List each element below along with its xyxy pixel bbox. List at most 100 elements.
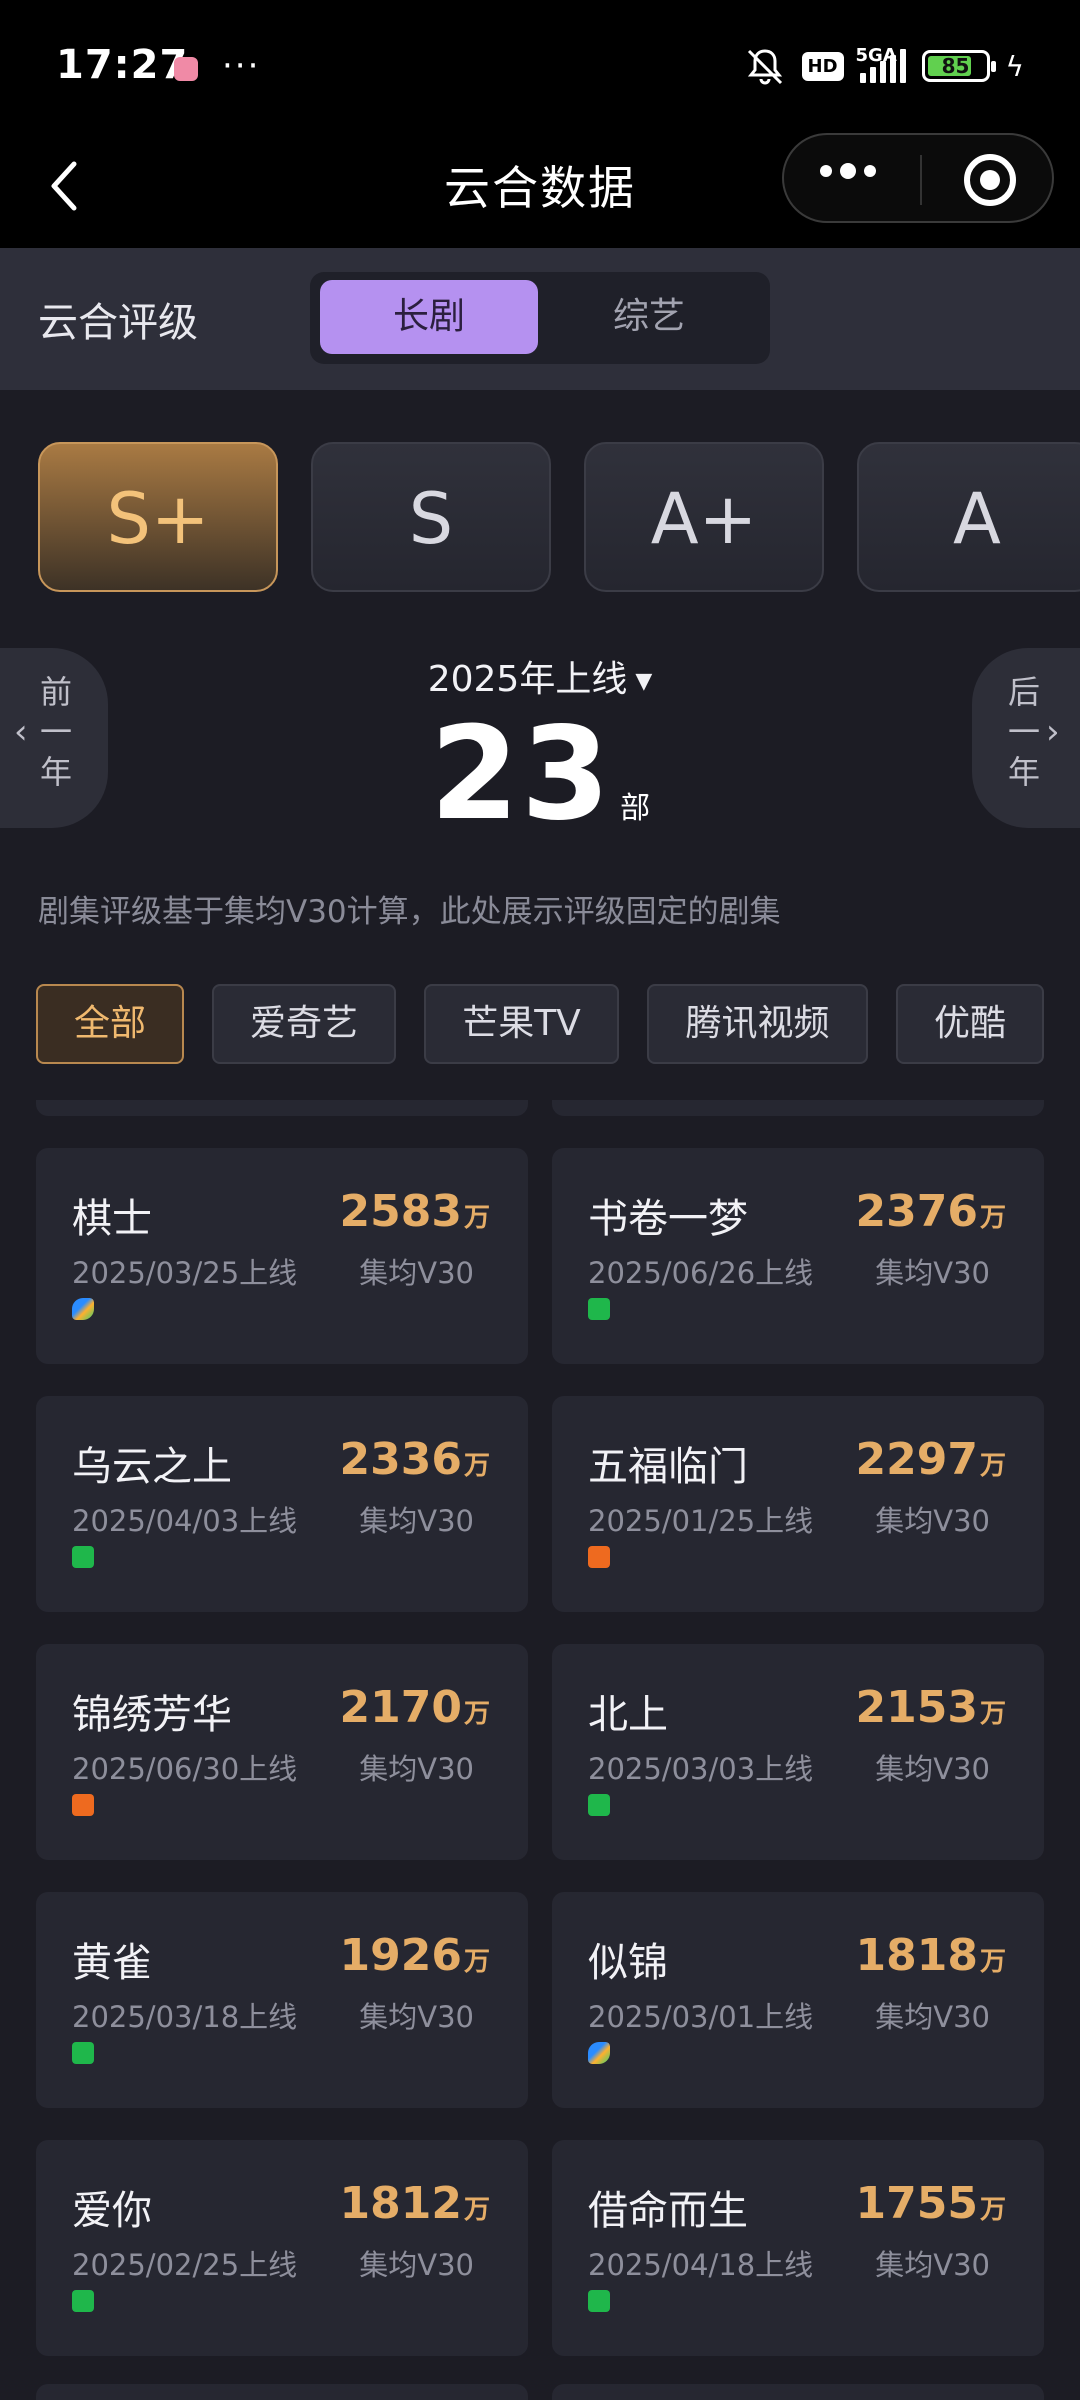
drama-title: 锦绣芳华 — [72, 1692, 232, 1738]
more-icon[interactable] — [820, 163, 876, 179]
app-notification-icon — [174, 57, 198, 81]
iqiyi-icon — [588, 1298, 610, 1320]
drama-v30-value: 2170万 — [339, 1682, 490, 1733]
iqiyi-icon — [588, 2290, 610, 2312]
network-type: 5GA — [855, 45, 897, 66]
drama-count: 23 部 — [0, 700, 1080, 849]
charging-icon: ϟ — [1005, 49, 1024, 83]
drama-release-date: 2025/03/18上线 — [72, 2000, 298, 2034]
drama-card[interactable]: 爱你 2025/02/25上线 1812万集均V30 — [36, 2140, 528, 2356]
metric-label: 集均V30 — [359, 2248, 474, 2282]
miniprogram-capsule — [782, 133, 1054, 223]
drama-release-date: 2025/04/03上线 — [72, 1504, 298, 1538]
drama-v30-value: 1812万 — [339, 2178, 490, 2229]
platform-tab-mango[interactable]: 芒果TV — [424, 984, 619, 1064]
drama-release-date: 2025/04/18上线 — [588, 2248, 814, 2282]
count-number: 23 — [429, 700, 613, 849]
iqiyi-icon — [588, 1794, 610, 1816]
drama-card[interactable]: 锦绣芳华 2025/06/30上线 2170万 集均V30 — [36, 1644, 528, 1860]
drama-release-date: 2025/01/25上线 — [588, 1504, 814, 1538]
platform-tab-iqiyi[interactable]: 爱奇艺 — [212, 984, 396, 1064]
mango-icon — [72, 1794, 94, 1816]
signal-icon: 5GA — [856, 45, 906, 83]
drama-v30-value: 2336万 — [339, 1434, 490, 1485]
drama-release-date: 2025/02/25上线 — [72, 2248, 298, 2282]
drama-title: 书卷一梦 — [588, 1196, 748, 1242]
year-selected: 2025年上线 — [427, 659, 628, 700]
metric-label: 集均V30 — [875, 2000, 990, 2034]
tab-drama[interactable]: 长剧 — [320, 280, 538, 354]
drama-card[interactable]: 书卷一梦 2025/06/26上线 2376万集均V30 — [552, 1148, 1044, 1364]
drama-title: 乌云之上 — [72, 1444, 232, 1490]
drama-card[interactable]: 似锦 2025/03/01上线 1818万集均V30 — [552, 1892, 1044, 2108]
mango-icon — [588, 1546, 610, 1568]
metric-label: 集均V30 — [359, 1256, 474, 1290]
caret-down-icon: ▼ — [635, 668, 653, 694]
grade-a[interactable]: A — [857, 442, 1080, 592]
metric-label: 集均V30 — [875, 1256, 990, 1290]
platform-tab-all[interactable]: 全部 — [36, 984, 184, 1064]
drama-v30-value: 1926万 — [339, 1930, 490, 1981]
rating-label: 云合评级 — [38, 300, 198, 346]
drama-v30-value: 2297万 — [855, 1434, 1006, 1485]
count-unit: 部 — [620, 791, 651, 826]
tencent-icon — [588, 2042, 610, 2064]
drama-v30-value: 1818万 — [855, 1930, 1006, 1981]
iqiyi-icon — [72, 2042, 94, 2064]
battery-icon: 85 — [921, 50, 996, 82]
metric-label: 集均V30 — [875, 1752, 990, 1786]
chevron-right-icon: › — [1046, 712, 1060, 752]
drama-card[interactable]: 北上 2025/03/03上线 2153万集均V30 — [552, 1644, 1044, 1860]
drama-title: 北上 — [588, 1692, 668, 1738]
year-dropdown[interactable]: 2025年上线 ▼ — [0, 650, 1080, 702]
status-bar: 17:27 ··· HD 5GA 85 ϟ — [0, 0, 1080, 130]
iqiyi-icon — [72, 1546, 94, 1568]
list-item — [552, 1100, 1044, 1116]
metric-label: 集均V30 — [875, 2248, 990, 2282]
drama-release-date: 2025/03/25上线 — [72, 1256, 298, 1290]
status-time: 17:27 — [56, 42, 189, 88]
drama-v30-value: 2376万 — [855, 1186, 1006, 1237]
drama-title: 黄雀 — [72, 1940, 152, 1986]
tab-variety[interactable]: 综艺 — [540, 280, 758, 354]
drama-title: 借命而生 — [588, 2188, 748, 2234]
drama-release-date: 2025/06/26上线 — [588, 1256, 814, 1290]
close-miniprogram-icon[interactable] — [964, 154, 1016, 206]
drama-card[interactable]: 借命而生 2025/04/18上线 1755万集均V30 — [552, 2140, 1044, 2356]
drama-v30-value: 2153万 — [855, 1682, 1006, 1733]
drama-title: 棋士 — [72, 1196, 152, 1242]
grade-s[interactable]: S — [311, 442, 551, 592]
iqiyi-icon — [72, 2290, 94, 2312]
drama-title: 爱你 — [72, 2188, 152, 2234]
next-year-label: 一 — [1007, 713, 1040, 751]
rating-bar: 云合评级 长剧 综艺 — [0, 248, 1080, 390]
list-item — [36, 1100, 528, 1116]
metric-label: 集均V30 — [359, 1752, 474, 1786]
category-switch: 长剧 综艺 — [310, 272, 770, 364]
drama-release-date: 2025/03/01上线 — [588, 2000, 814, 2034]
next-year-button[interactable]: 后 一 年 › — [972, 648, 1080, 828]
drama-card[interactable]: 乌云之上 2025/04/03上线 2336万集均V30 — [36, 1396, 528, 1612]
tencent-icon — [72, 1298, 94, 1320]
metric-label: 集均V30 — [359, 1504, 474, 1538]
metric-label: 集均V30 — [359, 2000, 474, 2034]
drama-v30-value: 1755万 — [855, 2178, 1006, 2229]
mute-icon — [747, 49, 782, 85]
drama-card[interactable]: 五福临门 2025/01/25上线 2297万集均V30 — [552, 1396, 1044, 1612]
list-item — [36, 2384, 528, 2400]
grade-a-plus[interactable]: A+ — [584, 442, 824, 592]
metric-label: 集均V30 — [875, 1504, 990, 1538]
drama-card[interactable]: 棋士 2025/03/25上线 2583万 集均V30 — [36, 1148, 528, 1364]
list-item — [552, 2384, 1044, 2400]
platform-tab-tencent[interactable]: 腾讯视频 — [647, 984, 868, 1064]
more-notifications-icon: ··· — [222, 46, 261, 86]
drama-title: 五福临门 — [588, 1444, 748, 1490]
drama-release-date: 2025/03/03上线 — [588, 1752, 814, 1786]
next-year-label: 年 — [1007, 753, 1040, 791]
drama-card[interactable]: 黄雀 2025/03/18上线 1926万集均V30 — [36, 1892, 528, 2108]
platform-tab-youku[interactable]: 优酷 — [896, 984, 1044, 1064]
grade-s-plus[interactable]: S+ — [38, 442, 278, 592]
drama-title: 似锦 — [588, 1940, 668, 1986]
next-year-label: 后 — [1007, 673, 1040, 711]
rating-note: 剧集评级基于集均V30计算，此处展示评级固定的剧集 — [38, 894, 781, 930]
